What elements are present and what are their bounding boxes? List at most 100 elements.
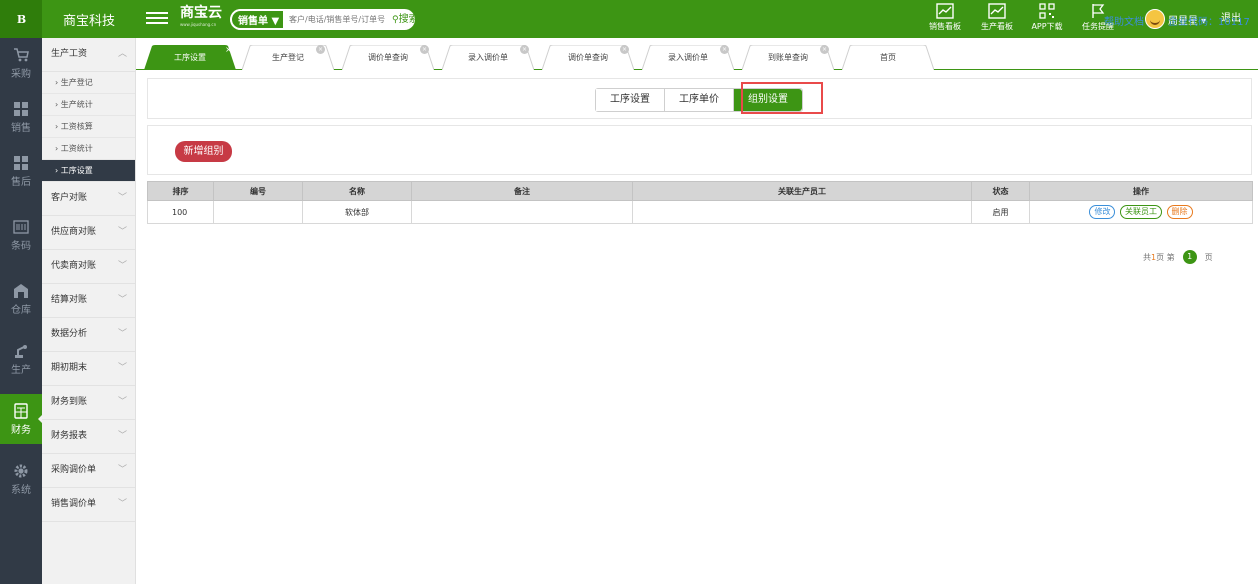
module-after-sales[interactable]: 售后 — [0, 146, 42, 196]
sales-board-label: 销售看板 — [929, 22, 961, 31]
settings-segmented-control: 工序设置 工序单价 组别设置 — [595, 88, 803, 112]
module-label: 财务 — [11, 424, 31, 436]
link-staff-button[interactable]: 关联员工 — [1120, 205, 1162, 219]
chevron-down-icon: ﹀ — [117, 295, 127, 305]
submenu-item-production-register[interactable]: › 生产登记 — [42, 72, 135, 94]
help-docs-link[interactable]: 帮助文档 — [1104, 13, 1144, 28]
close-icon[interactable]: × — [520, 45, 529, 54]
submenu-group-label: 销售调价单 — [51, 499, 97, 509]
submenu-item-process-settings[interactable]: › 工序设置 — [42, 160, 135, 182]
app-download-button[interactable]: APP下载 — [1028, 0, 1066, 38]
search-type-select[interactable]: 销售单 ▼ — [230, 9, 285, 30]
submenu-group-label: 数据分析 — [51, 329, 88, 339]
close-icon[interactable]: × — [820, 45, 829, 54]
table-row[interactable]: 100 软体部 启用 修改 关联员工 删除 — [147, 200, 1253, 224]
module-label: 生产 — [11, 364, 31, 376]
search-button[interactable]: ⚲搜索 — [392, 11, 415, 28]
submenu-group-supplier-reconcile[interactable]: 供应商对账 ﹀ — [42, 216, 135, 250]
chevron-down-icon: ﹀ — [117, 499, 127, 509]
submenu-group-label: 期初期末 — [51, 363, 88, 373]
module-system[interactable]: 系统 — [0, 454, 42, 504]
tab-home[interactable]: 首页 — [842, 45, 934, 70]
cart-icon — [13, 47, 29, 63]
logo-text: B — [16, 12, 26, 26]
add-group-button[interactable]: 新增组别 — [175, 141, 232, 162]
col-remark[interactable]: 备注 — [411, 181, 633, 201]
action-panel: 新增组别 — [147, 125, 1252, 175]
qrcode-icon — [1039, 3, 1055, 19]
module-warehouse[interactable]: 仓库 — [0, 274, 42, 324]
group-table: 排序 编号 名称 备注 关联生产员工 状态 操作 100 软体部 启用 修改 关… — [147, 181, 1253, 224]
module-finance[interactable]: 财务 — [0, 394, 43, 444]
seg-process-settings[interactable]: 工序设置 — [596, 89, 665, 111]
sales-chart-icon — [936, 3, 954, 19]
top-bar: B 商宝科技 商宝云 www.jiqushang.cn 销售单 ▼ ⚲搜索 销售… — [0, 0, 1258, 38]
module-barcode[interactable]: 条码 — [0, 210, 42, 260]
submenu-group-label: 供应商对账 — [51, 227, 97, 237]
edit-button[interactable]: 修改 — [1089, 205, 1116, 219]
col-staff[interactable]: 关联生产员工 — [632, 181, 972, 201]
submenu-group-agent-reconcile[interactable]: 代卖商对账 ﹀ — [42, 250, 135, 284]
tab-label: 工序设置 — [174, 53, 206, 62]
submenu-group-purchase-price-adjust[interactable]: 采购调价单 ﹀ — [42, 454, 135, 488]
module-production[interactable]: 生产 — [0, 334, 42, 384]
col-code[interactable]: 编号 — [213, 181, 303, 201]
production-board-button[interactable]: 生产看板 — [977, 0, 1017, 38]
pager-current-page[interactable]: 1 — [1182, 250, 1197, 264]
close-icon[interactable]: × — [620, 45, 629, 54]
sales-board-button[interactable]: 销售看板 — [926, 0, 964, 38]
search-input[interactable] — [287, 9, 389, 30]
seg-group-settings[interactable]: 组别设置 — [734, 89, 802, 111]
close-icon[interactable]: × — [316, 45, 325, 54]
production-board-label: 生产看板 — [981, 22, 1013, 31]
submenu-group-period[interactable]: 期初期末 ﹀ — [42, 352, 135, 386]
col-status[interactable]: 状态 — [971, 181, 1030, 201]
chevron-down-icon: ﹀ — [117, 261, 127, 271]
avatar — [1145, 9, 1165, 29]
submenu-group-settlement-reconcile[interactable]: 结算对账 ﹀ — [42, 284, 135, 318]
finance-submenu: 生产工资 ︿ › 生产登记 › 生产统计 › 工资核算 › 工资统计 › 工序设置… — [42, 38, 136, 584]
col-ops: 操作 — [1029, 181, 1253, 201]
col-sort[interactable]: 排序 — [147, 181, 214, 201]
company-name: 商宝科技 — [62, 13, 115, 29]
module-sales[interactable]: 销售 — [0, 92, 42, 142]
tab-arrival-query[interactable]: 到账单查询 × — [742, 45, 834, 70]
tab-price-adjust-query-2[interactable]: 调价单查询 × — [542, 45, 634, 70]
menu-toggle-icon[interactable] — [146, 9, 168, 29]
submenu-group-data-analysis[interactable]: 数据分析 ﹀ — [42, 318, 135, 352]
tab-enter-price-adjust-2[interactable]: 录入调价单 × — [642, 45, 734, 70]
seg-process-price[interactable]: 工序单价 — [665, 89, 734, 111]
close-icon[interactable]: × — [224, 45, 233, 54]
submenu-group-finance-arrival[interactable]: 财务到账 ﹀ — [42, 386, 135, 420]
delete-button[interactable]: 删除 — [1166, 205, 1193, 219]
pager-mid: 页 第 — [1156, 252, 1175, 262]
brand-name: 商宝云 — [180, 5, 222, 21]
cell-ops: 修改 关联员工 删除 — [1029, 200, 1253, 224]
module-purchase[interactable]: 采购 — [0, 38, 42, 88]
tab-production-register[interactable]: 生产登记 × — [242, 45, 334, 70]
close-icon[interactable]: × — [420, 45, 429, 54]
cell-staff — [632, 200, 972, 224]
submenu-group-finance-report[interactable]: 财务报表 ﹀ — [42, 420, 135, 454]
col-name[interactable]: 名称 — [302, 181, 412, 201]
submenu-group-sales-price-adjust[interactable]: 销售调价单 ﹀ — [42, 488, 135, 522]
close-icon[interactable]: × — [720, 45, 729, 54]
submenu-group-customer-reconcile[interactable]: 客户对账 ﹀ — [42, 182, 135, 216]
brand-url: www.jiqushang.cn — [180, 22, 217, 27]
tab-price-adjust-query-1[interactable]: 调价单查询 × — [342, 45, 434, 70]
module-label: 系统 — [11, 484, 31, 496]
chevron-down-icon: ﹀ — [117, 431, 127, 441]
company-code: 企业代码：10117 — [1168, 17, 1250, 28]
chevron-down-icon: ﹀ — [117, 363, 127, 373]
logo[interactable]: B — [0, 0, 42, 38]
submenu-item-production-stats[interactable]: › 生产统计 — [42, 94, 135, 116]
submenu-group-production-wage[interactable]: 生产工资 ︿ — [42, 38, 135, 72]
module-label: 条码 — [11, 240, 31, 252]
tab-enter-price-adjust-1[interactable]: 录入调价单 × — [442, 45, 534, 70]
tab-process-settings[interactable]: 工序设置 × — [144, 45, 236, 70]
submenu-item-wage-stats[interactable]: › 工资统计 — [42, 138, 135, 160]
submenu-group-label: 财务到账 — [51, 397, 88, 407]
brand-logo: 商宝云 www.jiqushang.cn — [180, 5, 228, 33]
submenu-item-wage-accounting[interactable]: › 工资核算 — [42, 116, 135, 138]
gear-icon — [13, 463, 29, 479]
